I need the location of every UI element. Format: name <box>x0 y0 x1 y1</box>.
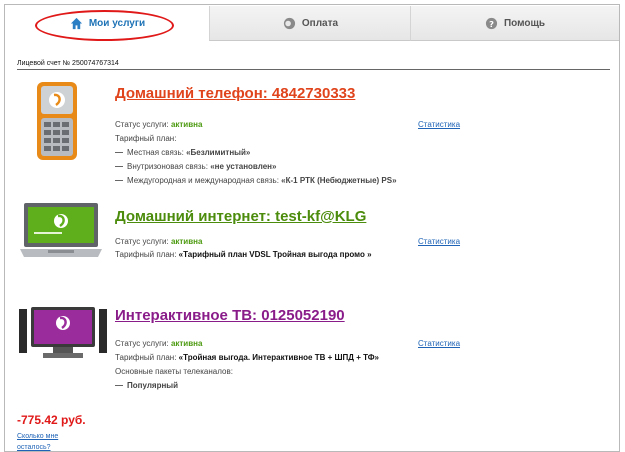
packages-label: Основные пакеты телеканалов: <box>115 367 233 376</box>
tab-label: Мои услуги <box>88 17 146 29</box>
status-row: Статус услуги: активна <box>115 339 203 348</box>
detail-zone: Внутризоновая связь: «не установлен» <box>115 162 276 171</box>
remaining-link-2[interactable]: осталось? <box>17 444 51 451</box>
status-value: активна <box>170 237 203 246</box>
statistics-link[interactable]: Статистика <box>418 237 460 246</box>
account-number: Лицевой счет № 250074767314 <box>17 60 119 67</box>
phone-icon <box>37 82 77 160</box>
dash-icon <box>115 166 123 168</box>
page-frame: Мои услуги Оплата ? Помощь Лицевой счет … <box>4 4 620 452</box>
laptop-icon <box>20 203 102 257</box>
plan-row: Тарифный план: «Тройная выгода. Интеракт… <box>115 353 379 362</box>
service-title-internet[interactable]: Домашний интернет: test-kf@KLG <box>115 208 366 225</box>
status-value: активна <box>170 339 203 348</box>
tab-my-services[interactable]: Мои услуги <box>6 6 209 40</box>
remaining-link[interactable]: Сколько мне <box>17 433 58 440</box>
plan-label: Тарифный план: <box>115 134 177 143</box>
tab-help[interactable]: ? Помощь <box>410 6 619 41</box>
service-title-phone[interactable]: Домашний телефон: 4842730333 <box>115 85 355 102</box>
plan-row: Тарифный план: «Тарифный план VDSL Тройн… <box>115 250 372 259</box>
tab-bar: Мои услуги Оплата ? Помощь <box>6 6 619 41</box>
account-balance: -775.42 руб. <box>17 413 86 427</box>
detail-intl: Междугородная и международная связь: «К-… <box>115 176 397 185</box>
service-title-tv[interactable]: Интерактивное ТВ: 0125052190 <box>115 307 345 324</box>
package-item: Популярный <box>115 381 178 390</box>
dash-icon <box>115 152 123 154</box>
divider <box>17 69 610 70</box>
payment-icon <box>283 17 295 29</box>
statistics-link[interactable]: Статистика <box>418 120 460 129</box>
status-row: Статус услуги: активна <box>115 120 203 129</box>
status-row: Статус услуги: активна <box>115 237 203 246</box>
status-value: активна <box>170 120 203 129</box>
dash-icon <box>115 385 123 387</box>
help-icon: ? <box>485 17 498 29</box>
tab-label: Оплата <box>301 17 339 29</box>
statistics-link[interactable]: Статистика <box>418 339 460 348</box>
home-icon <box>70 17 82 29</box>
tv-icon <box>19 307 107 358</box>
tab-payment[interactable]: Оплата <box>209 6 411 41</box>
detail-local: Местная связь: «Безлимитный» <box>115 148 250 157</box>
tab-label: Помощь <box>503 17 546 29</box>
dash-icon <box>115 180 123 182</box>
svg-text:?: ? <box>489 18 494 28</box>
